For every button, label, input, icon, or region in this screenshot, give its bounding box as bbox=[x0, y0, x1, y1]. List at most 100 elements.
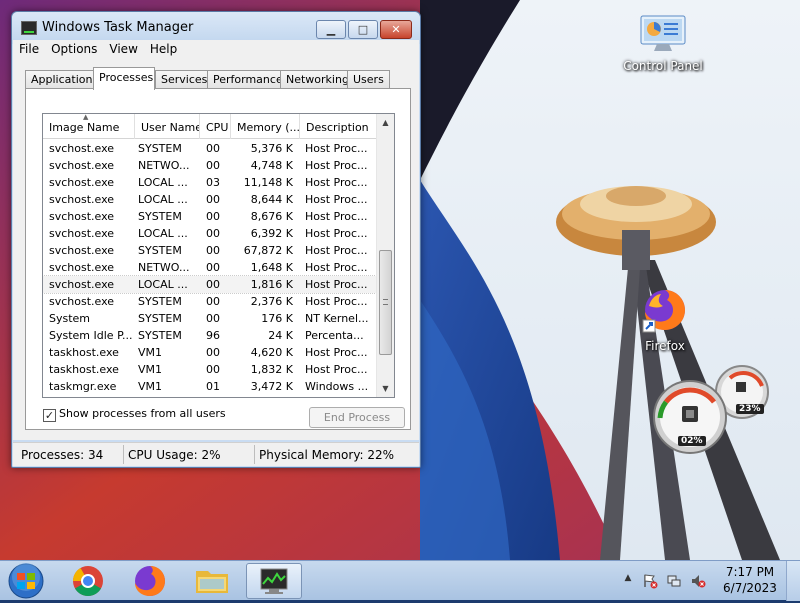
cell-cpu: 00 bbox=[206, 227, 220, 240]
cell-user-name: VM1 bbox=[138, 380, 163, 393]
taskbar-chrome[interactable] bbox=[60, 563, 116, 599]
scroll-thumb[interactable] bbox=[379, 250, 392, 355]
table-row[interactable]: svchost.exe SYSTEM 00 5,376 K Host Proc... bbox=[43, 140, 376, 157]
cell-cpu: 00 bbox=[206, 312, 220, 325]
task-manager-icon bbox=[21, 21, 37, 35]
network-icon[interactable] bbox=[666, 573, 682, 589]
cell-user-name: SYSTEM bbox=[138, 142, 182, 155]
taskbar-task-manager[interactable] bbox=[246, 563, 302, 599]
scroll-up-icon[interactable]: ▲ bbox=[377, 114, 394, 131]
cell-image-name: svchost.exe bbox=[49, 278, 115, 291]
processes-panel: ▲ Image Name User Name CPU Memory (... D… bbox=[25, 88, 411, 430]
tab-processes[interactable]: Processes bbox=[93, 67, 155, 90]
cell-description: Host Proc... bbox=[305, 295, 368, 308]
menu-file[interactable]: File bbox=[13, 40, 45, 56]
cell-memory: 3,472 K bbox=[250, 380, 293, 393]
cell-memory: 1,832 K bbox=[250, 363, 293, 376]
column-image-name[interactable]: ▲ Image Name bbox=[43, 114, 135, 139]
table-row[interactable]: taskhost.exe VM1 00 1,832 K Host Proc... bbox=[43, 361, 376, 378]
cell-image-name: svchost.exe bbox=[49, 176, 115, 189]
table-row[interactable]: svchost.exe LOCAL ... 00 8,644 K Host Proc..… bbox=[43, 191, 376, 208]
table-row[interactable]: svchost.exe NETWO... 00 4,748 K Host Proc... bbox=[43, 157, 376, 174]
cell-image-name: svchost.exe bbox=[49, 210, 115, 223]
cell-memory: 4,748 K bbox=[250, 159, 293, 172]
cell-image-name: taskmgr.exe bbox=[49, 380, 117, 393]
table-row[interactable]: taskhost.exe VM1 00 4,620 K Host Proc... bbox=[43, 344, 376, 361]
window-title: Windows Task Manager bbox=[42, 20, 194, 35]
table-row[interactable]: taskmgr.exe VM1 01 3,472 K Windows ... bbox=[43, 378, 376, 395]
cell-image-name: svchost.exe bbox=[49, 295, 115, 308]
cell-description: Host Proc... bbox=[305, 193, 368, 206]
cell-description: Host Proc... bbox=[305, 227, 368, 240]
table-row[interactable]: svchost.exe LOCAL ... 03 11,148 K Host Proc.… bbox=[43, 174, 376, 191]
table-row[interactable]: System SYSTEM 00 176 K NT Kernel... bbox=[43, 310, 376, 327]
sort-ascending-icon: ▲ bbox=[83, 114, 89, 121]
table-row[interactable]: System Idle P... SYSTEM 96 24 K Percenta... bbox=[43, 327, 376, 344]
desktop-icon-firefox[interactable]: Firefox bbox=[620, 286, 710, 353]
scroll-down-icon[interactable]: ▼ bbox=[377, 380, 394, 397]
column-user-name[interactable]: User Name bbox=[135, 114, 200, 139]
cell-memory: 1,648 K bbox=[250, 261, 293, 274]
process-list[interactable]: ▲ Image Name User Name CPU Memory (... D… bbox=[42, 113, 395, 398]
checkbox-check-icon[interactable]: ✓ bbox=[43, 409, 56, 422]
table-row[interactable]: svchost.exe NETWO... 00 1,648 K Host Proc... bbox=[43, 259, 376, 276]
firefox-label: Firefox bbox=[645, 339, 685, 353]
taskbar-explorer[interactable] bbox=[184, 563, 240, 599]
task-manager-icon bbox=[260, 568, 288, 594]
cell-cpu: 00 bbox=[206, 346, 220, 359]
table-row[interactable]: svchost.exe SYSTEM 00 8,676 K Host Proc... bbox=[43, 208, 376, 225]
cell-user-name: VM1 bbox=[138, 346, 163, 359]
close-button[interactable]: ✕ bbox=[380, 20, 412, 39]
column-memory[interactable]: Memory (... bbox=[231, 114, 300, 139]
tab-services[interactable]: Services bbox=[155, 70, 214, 89]
start-button[interactable] bbox=[6, 562, 46, 600]
cell-cpu: 01 bbox=[206, 380, 220, 393]
desktop-icon-control-panel[interactable]: Control Panel bbox=[618, 14, 708, 73]
chrome-icon bbox=[73, 566, 103, 597]
cell-user-name: NETWO... bbox=[138, 261, 190, 274]
cell-image-name: taskhost.exe bbox=[49, 363, 119, 376]
menu-options[interactable]: Options bbox=[45, 40, 103, 56]
status-bar: Processes: 34 CPU Usage: 2% Physical Mem… bbox=[13, 442, 419, 466]
end-process-button[interactable]: End Process bbox=[309, 407, 405, 428]
tab-performance[interactable]: Performance bbox=[207, 70, 289, 89]
cpu-meter-gadget[interactable]: 02% 23% bbox=[650, 362, 780, 457]
grip-icon bbox=[383, 299, 388, 305]
menu-bar: File Options View Help bbox=[13, 40, 419, 60]
column-cpu[interactable]: CPU bbox=[200, 114, 231, 139]
folder-icon bbox=[196, 571, 228, 593]
cell-user-name: LOCAL ... bbox=[138, 227, 188, 240]
cell-description: Host Proc... bbox=[305, 244, 368, 257]
control-panel-label: Control Panel bbox=[623, 59, 703, 73]
maximize-button[interactable]: □ bbox=[348, 20, 378, 39]
clock-time: 7:17 PM bbox=[725, 565, 775, 579]
volume-muted-icon[interactable] bbox=[690, 573, 706, 589]
tab-networking[interactable]: Networking bbox=[280, 70, 355, 89]
cell-memory: 2,376 K bbox=[250, 295, 293, 308]
table-row[interactable]: svchost.exe SYSTEM 00 67,872 K Host Proc... bbox=[43, 242, 376, 259]
cell-cpu: 00 bbox=[206, 210, 220, 223]
table-row[interactable]: svchost.exe SYSTEM 00 2,376 K Host Proc... bbox=[43, 293, 376, 310]
menu-view[interactable]: View bbox=[103, 40, 143, 56]
menu-help[interactable]: Help bbox=[144, 40, 183, 56]
show-all-label: Show processes from all users bbox=[59, 407, 226, 420]
cell-cpu: 00 bbox=[206, 142, 220, 155]
column-description[interactable]: Description bbox=[300, 114, 376, 139]
show-desktop-button[interactable] bbox=[786, 561, 800, 601]
action-center-icon[interactable] bbox=[642, 573, 658, 589]
table-row[interactable]: svchost.exe LOCAL ... 00 1,816 K Host Proc..… bbox=[43, 275, 377, 294]
task-manager-window[interactable]: Windows Task Manager ▁ □ ✕ File Options Vi… bbox=[11, 11, 421, 468]
vertical-scrollbar[interactable]: ▲ ▼ bbox=[376, 114, 394, 397]
taskbar-firefox[interactable] bbox=[122, 563, 178, 599]
cell-image-name: System bbox=[49, 312, 91, 325]
tab-users[interactable]: Users bbox=[347, 70, 390, 89]
tray-overflow-icon[interactable]: ▲ bbox=[620, 573, 636, 589]
clock-date: 6/7/2023 bbox=[723, 581, 777, 595]
show-all-processes-checkbox[interactable]: ✓ Show processes from all users bbox=[43, 407, 226, 422]
gadget-cpu-value: 02% bbox=[678, 436, 706, 446]
minimize-button[interactable]: ▁ bbox=[316, 20, 346, 39]
clock[interactable]: 7:17 PM 6/7/2023 bbox=[718, 564, 782, 596]
table-row[interactable]: svchost.exe LOCAL ... 00 6,392 K Host Proc..… bbox=[43, 225, 376, 242]
cell-cpu: 00 bbox=[206, 159, 220, 172]
windows-logo-icon bbox=[8, 563, 44, 599]
